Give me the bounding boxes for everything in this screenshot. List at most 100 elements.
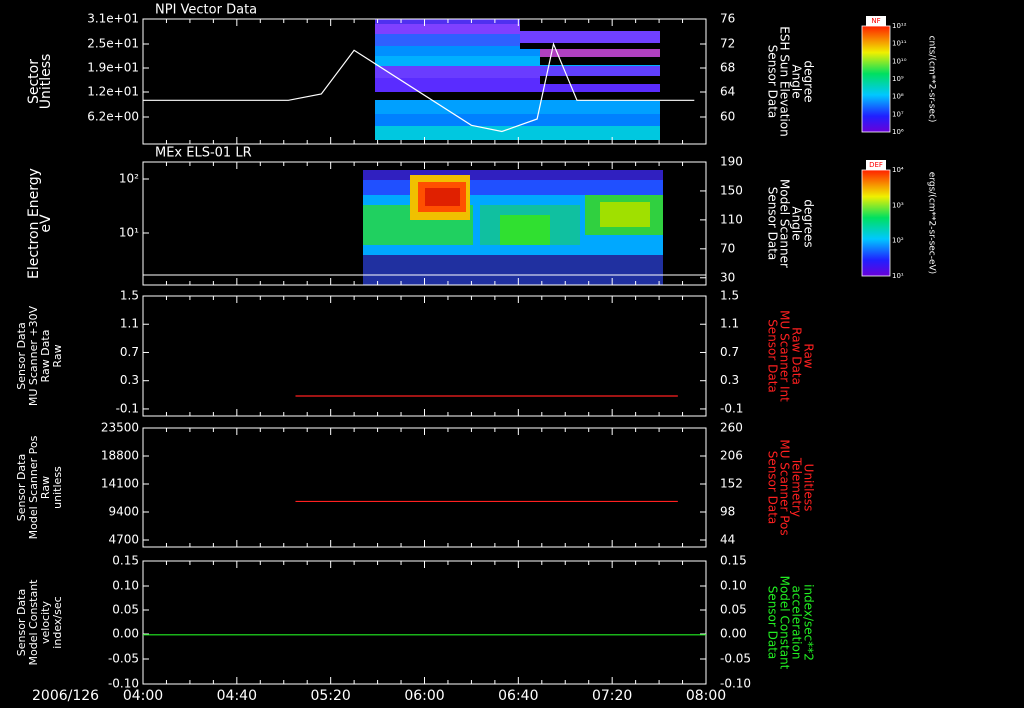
date-label: 2006/126 xyxy=(32,688,99,704)
left-axis-label: Raw xyxy=(51,344,64,367)
panel-frame xyxy=(142,560,707,685)
colorbar-title: NF xyxy=(871,17,880,25)
left-tick-label: 10² xyxy=(119,172,139,186)
left-tick-label: 1.9e+01 xyxy=(87,61,139,75)
right-axis-label: Sensor Data xyxy=(766,45,780,119)
left-axis-label: index/sec xyxy=(51,596,64,648)
colorbar-unit: cnts/(cm**2-sr-sec) xyxy=(927,36,937,123)
right-tick-label: -0.1 xyxy=(720,401,743,415)
left-tick-label: 0.10 xyxy=(112,579,139,593)
colorbar-tick: 10³ xyxy=(892,201,904,209)
right-tick-label: 1.5 xyxy=(720,289,739,303)
right-axis-label: degrees xyxy=(802,199,816,247)
right-tick-label: 64 xyxy=(720,85,735,99)
right-axis-label: Angle xyxy=(790,64,804,98)
time-label: 07:20 xyxy=(592,688,632,704)
right-tick-label: 0.10 xyxy=(720,579,747,593)
right-axis-label: MU Scanner Pos xyxy=(778,439,792,535)
right-tick-label: 0.3 xyxy=(720,373,739,387)
right-axis-label: Sensor Data xyxy=(766,319,780,393)
right-tick-label: 1.1 xyxy=(720,317,739,331)
left-tick-label: 4700 xyxy=(108,533,139,547)
right-tick-label: 76 xyxy=(720,12,735,26)
right-tick-label: 0.7 xyxy=(720,345,739,359)
colorbar-tick: 10⁷ xyxy=(892,110,904,118)
right-axis-label: Raw Data xyxy=(790,327,804,385)
left-tick-label: 10¹ xyxy=(119,226,139,240)
left-tick-label: 3.1e+01 xyxy=(87,12,139,26)
right-axis-label: Raw xyxy=(802,343,816,368)
left-tick-label: 2.5e+01 xyxy=(87,37,139,51)
left-tick-label: 23500 xyxy=(101,421,139,435)
panel1-spectrogram xyxy=(375,19,660,140)
right-tick-label: 150 xyxy=(720,183,743,197)
left-tick-label: 6.2e+00 xyxy=(87,110,139,124)
right-axis-label: Sensor Data xyxy=(766,586,780,660)
left-tick-label: 0.00 xyxy=(112,627,139,641)
time-label: 04:40 xyxy=(217,688,257,704)
colorbar-title: DEF xyxy=(869,161,883,169)
right-tick-label: 98 xyxy=(720,505,735,519)
right-tick-label: -0.05 xyxy=(720,652,751,666)
time-label: 05:20 xyxy=(310,688,350,704)
right-axis-label: Model Scanner xyxy=(778,179,792,268)
left-tick-label: 0.3 xyxy=(120,373,139,387)
colorbar-tick: 10⁹ xyxy=(892,75,904,83)
multi-panel-plot: NPI Vector Data 3.1e+01 2.5e+01 1.9e+01 1.2e… xyxy=(15,3,937,705)
colorbar xyxy=(861,25,891,133)
left-tick-label: 1.2e+01 xyxy=(87,85,139,99)
right-axis-label: Angle xyxy=(790,206,804,240)
right-axis-label: ESH Sun Elevation xyxy=(778,26,792,136)
right-axis-label: Sensor Data xyxy=(766,187,780,261)
left-axis-label: Unitless xyxy=(38,54,54,110)
colorbar-tick: 10⁸ xyxy=(892,93,904,101)
right-axis-label: Unitless xyxy=(802,464,816,512)
colorbar-unit: ergs/(cm**2-sr-sec-eV) xyxy=(927,172,937,274)
panel-3: 1.5 1.1 0.7 0.3 -0.1 1.5 1.1 0.7 0.3 -0.1 Sensor D… xyxy=(15,289,816,417)
colorbar-tick: 10⁶ xyxy=(892,128,904,136)
left-tick-label: 1.1 xyxy=(120,317,139,331)
right-axis-label: index/sec**2 xyxy=(802,584,816,661)
right-tick-label: 72 xyxy=(720,37,735,51)
right-tick-label: 190 xyxy=(720,155,743,169)
colorbar-tick: 10¹ xyxy=(892,272,904,280)
left-tick-label: 0.7 xyxy=(120,345,139,359)
left-tick-label: -0.1 xyxy=(116,401,139,415)
right-tick-label: 0.15 xyxy=(720,554,747,568)
left-tick-label: 14100 xyxy=(101,477,139,491)
panel-title: NPI Vector Data xyxy=(155,3,257,18)
panel2-spectrogram xyxy=(363,170,663,285)
right-tick-label: 70 xyxy=(720,241,735,255)
panel-frame xyxy=(142,427,707,548)
colorbar-tick: 10¹¹ xyxy=(892,40,907,48)
right-tick-label: 44 xyxy=(720,533,735,547)
colorbar-tick: 10¹⁰ xyxy=(892,57,907,65)
right-tick-label: 30 xyxy=(720,270,735,284)
right-tick-label: 206 xyxy=(720,449,743,463)
right-axis-label: Model Constant xyxy=(778,576,792,670)
time-label: 06:40 xyxy=(498,688,538,704)
colorbars-layer: NF 10¹² 10¹¹ 10¹⁰ 10⁹ 10⁸ 10⁷ 10⁶ cnts/(cm**2-sr… xyxy=(861,16,937,280)
left-axis-label: unitless xyxy=(51,466,64,509)
left-tick-label: -0.05 xyxy=(108,652,139,666)
colorbar-tick: 10¹² xyxy=(892,22,907,30)
right-tick-label: 110 xyxy=(720,212,743,226)
right-tick-label: 152 xyxy=(720,477,743,491)
right-tick-label: 68 xyxy=(720,61,735,75)
panel-frame xyxy=(142,295,707,417)
time-label: 04:00 xyxy=(123,688,163,704)
right-tick-label: 0.00 xyxy=(720,627,747,641)
colorbar xyxy=(861,169,891,277)
left-tick-label: 0.15 xyxy=(112,554,139,568)
right-axis-label: acceleration xyxy=(790,586,804,660)
right-tick-label: 0.05 xyxy=(720,603,747,617)
right-tick-label: 60 xyxy=(720,110,735,124)
colorbar-tick: 10⁴ xyxy=(892,166,904,174)
right-axis-label: MU Scanner Int xyxy=(778,310,792,402)
time-label: 08:00 xyxy=(686,688,726,704)
time-label: 06:00 xyxy=(404,688,444,704)
left-tick-label: 1.5 xyxy=(120,289,139,303)
left-tick-label: 9400 xyxy=(108,505,139,519)
panel-5: 0.150.100.050.00-0.05-0.100.150.100.050.… xyxy=(15,554,816,691)
right-axis-label: degree xyxy=(802,60,816,102)
